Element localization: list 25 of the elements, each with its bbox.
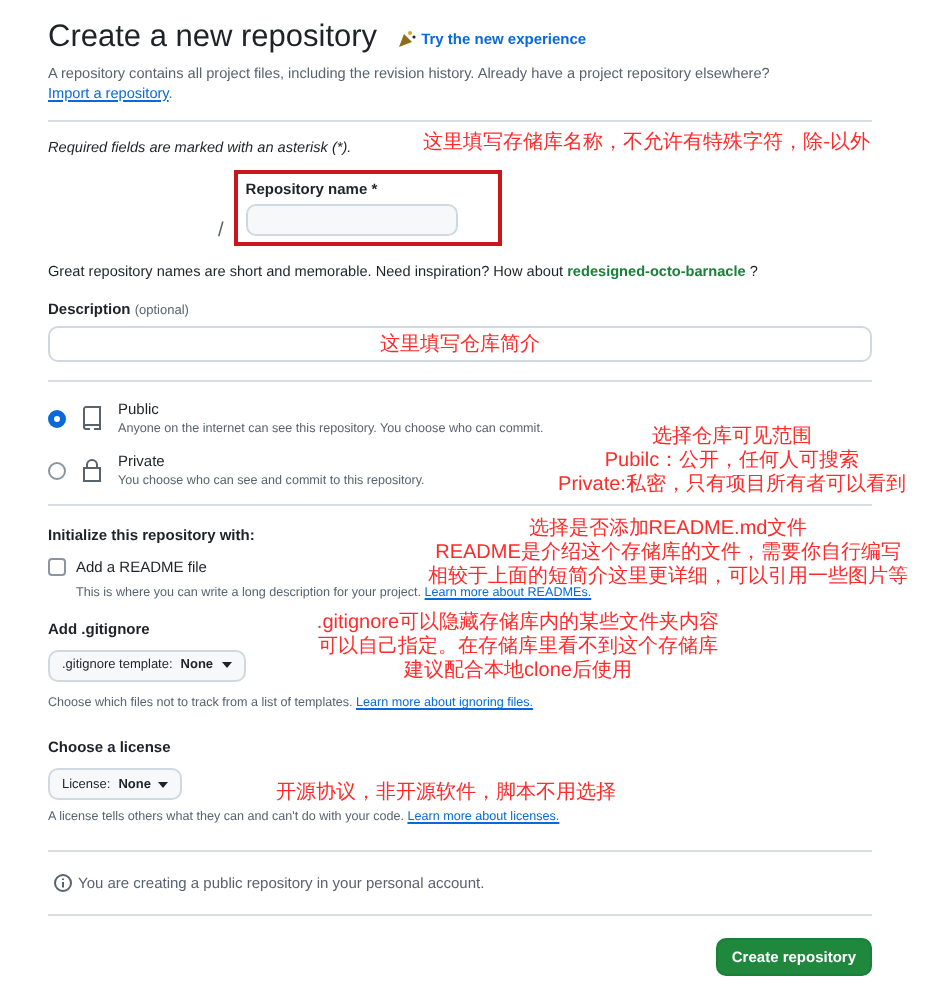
annotation-text: 可以自己指定。在存储库里看不到这个存储库: [318, 635, 718, 659]
lock-icon: [82, 458, 102, 483]
radio-button[interactable]: [48, 409, 66, 428]
readme-checkbox[interactable]: [48, 558, 66, 577]
annotation-text: .gitignore可以隐藏存储库内的某些文件夹内容: [316, 611, 720, 635]
page-title: Create a new repository: [48, 20, 378, 56]
party-popper-icon: [397, 29, 416, 47]
caret-icon: [221, 662, 232, 669]
separator-text: /: [218, 219, 224, 242]
annotation-text: Private:私密，只有项目所有者可以看到: [558, 474, 906, 499]
annotation-text: README是介绍这个存储库的文件，需要你自行编写: [435, 542, 901, 565]
annotation-text: 选择仓库可见范围: [652, 426, 812, 450]
annotation-text: 选择是否添加README.md文件: [528, 518, 808, 541]
annotation-text: 建议配合本地clone后使用: [404, 659, 632, 684]
annotation-text: 开源协议，非开源软件，脚本不用选择: [276, 782, 616, 807]
annotation-text: Pubilc：公开，任何人可搜索: [604, 450, 860, 473]
radio-button[interactable]: [48, 461, 66, 480]
description-input[interactable]: [48, 326, 872, 363]
annotation-text: 这里填写仓库简介: [380, 334, 540, 359]
annotation-text: 相较于上面的短简介这里更详细，可以引用一些图片等: [428, 566, 908, 589]
info-icon: [54, 873, 72, 892]
repo-book-icon: [82, 406, 102, 431]
annotation-text: 这里填写存储库名称，不允许有特殊字符，除-以外: [423, 131, 870, 156]
repository-name-input[interactable]: [245, 203, 458, 236]
caret-icon: [158, 781, 169, 788]
